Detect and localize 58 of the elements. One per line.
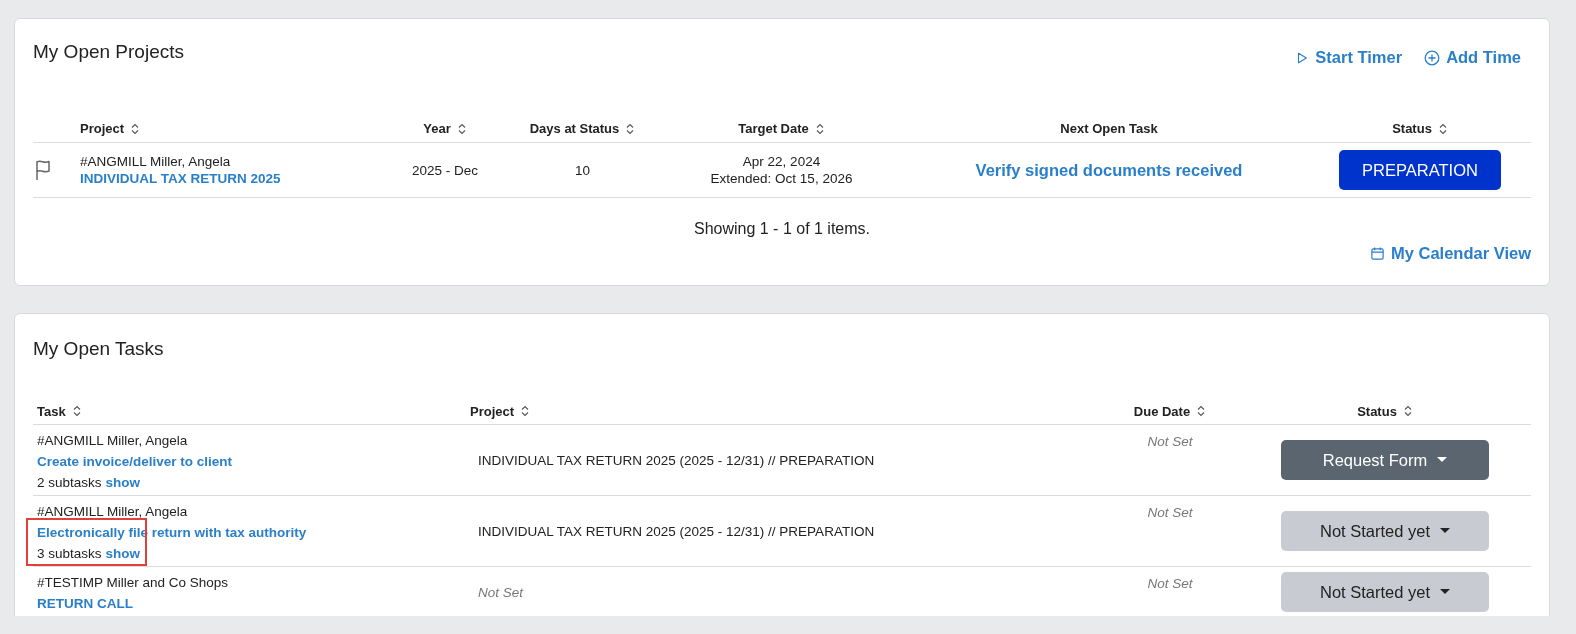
task-link[interactable]: RETURN CALL [37, 596, 133, 611]
column-header[interactable]: Days at Status [529, 121, 620, 136]
target-date: Apr 22, 2024 [742, 154, 821, 169]
due-date-cell: Not Set [1147, 505, 1193, 520]
column-header[interactable]: Next Open Task [1060, 121, 1158, 136]
column-header[interactable]: Task [37, 403, 66, 419]
caret-icon [1440, 589, 1451, 595]
project-cell: INDIVIDUAL TAX RETURN 2025 (2025 - 12/31) // PREPARATION [478, 452, 875, 468]
column-header[interactable]: Due Date [1133, 403, 1191, 419]
subtask-count: 3 subtasks [37, 546, 102, 561]
next-task-link[interactable]: Verify signed documents received [975, 160, 1243, 180]
status-button[interactable]: PREPARATION [1339, 150, 1501, 190]
show-link[interactable]: show [105, 475, 141, 490]
column-header[interactable]: Status [1357, 403, 1397, 419]
column-header[interactable]: Project [80, 121, 125, 136]
sort-icon[interactable] [814, 121, 825, 136]
column-header[interactable]: Project [470, 403, 515, 419]
column-header[interactable]: Status [1392, 121, 1432, 136]
sort-icon[interactable] [1437, 121, 1448, 136]
sort-icon[interactable] [71, 404, 82, 418]
plus-circle-icon [1424, 49, 1441, 66]
add-time-link[interactable]: Add Time [1424, 48, 1521, 67]
project-link[interactable]: INDIVIDUAL TAX RETURN 2025 [80, 171, 281, 186]
card-title: My Open Projects [33, 41, 184, 63]
status-dropdown[interactable]: Request Form [1281, 440, 1489, 480]
play-icon [1295, 50, 1310, 65]
client-name: #ANGMILL Miller, Angela [37, 504, 188, 519]
client-name: #ANGMILL Miller, Angela [37, 433, 188, 448]
client-name: #ANGMILL Miller, Angela [80, 154, 231, 169]
column-header[interactable]: Target Date [738, 121, 809, 136]
sort-icon[interactable] [520, 404, 531, 418]
days-cell: 10 [575, 162, 590, 178]
due-date-cell: Not Set [1147, 576, 1193, 591]
task-link[interactable]: Create invoice/deliver to client [37, 454, 233, 469]
pagination-summary: Showing 1 - 1 of 1 items. [692, 219, 872, 238]
status-dropdown[interactable]: Not Started yet [1281, 572, 1489, 612]
calendar-view-link[interactable]: My Calendar View [1370, 244, 1531, 263]
project-cell: Not Set [478, 584, 524, 600]
card-title: My Open Tasks [33, 337, 165, 360]
project-cell: INDIVIDUAL TAX RETURN 2025 (2025 - 12/31) // PREPARATION [478, 523, 875, 539]
sort-icon[interactable] [456, 121, 467, 136]
due-date-cell: Not Set [1147, 434, 1193, 449]
sort-icon[interactable] [1402, 404, 1413, 418]
sort-icon[interactable] [130, 121, 141, 136]
sort-icon[interactable] [625, 121, 636, 136]
column-header[interactable]: Year [423, 121, 451, 136]
extended-date: Extended: Oct 15, 2026 [710, 171, 853, 186]
caret-icon [1440, 528, 1451, 534]
subtask-count: 2 subtasks [37, 475, 102, 490]
year-cell: 2025 - Dec [411, 162, 478, 178]
status-dropdown[interactable]: Not Started yet [1281, 511, 1489, 551]
show-link[interactable]: show [105, 546, 141, 561]
sort-icon[interactable] [1196, 404, 1207, 418]
flag-icon[interactable] [33, 158, 53, 182]
start-timer-link[interactable]: Start Timer [1295, 48, 1403, 67]
client-name: #TESTIMP Miller and Co Shops [37, 575, 229, 590]
caret-icon [1437, 457, 1448, 463]
calendar-icon [1370, 246, 1385, 261]
